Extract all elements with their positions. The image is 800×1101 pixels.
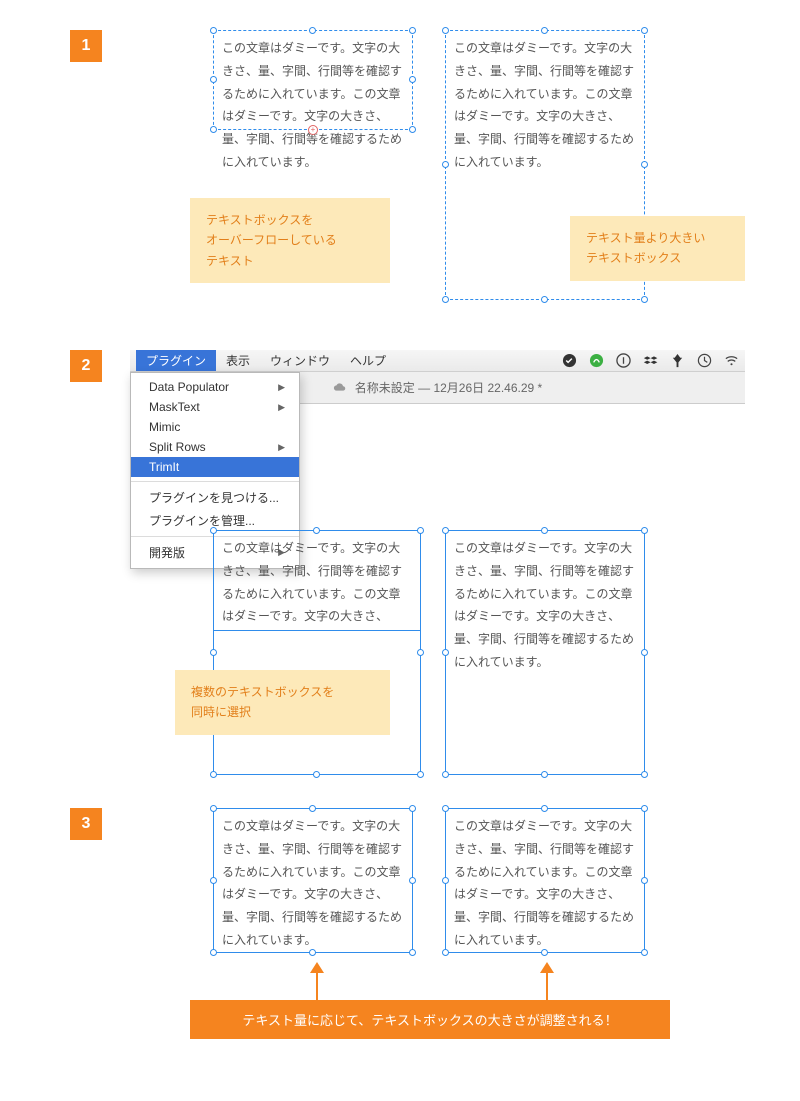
dropdown-label: 開発版 [149, 544, 185, 561]
menu-view[interactable]: 表示 [216, 350, 260, 371]
dropdown-label: Split Rows [149, 440, 206, 454]
text-baseline-divider [213, 630, 421, 631]
arrow-stem [546, 972, 548, 1000]
dropdown-item-masktext[interactable]: MaskText ▶ [131, 397, 299, 417]
dropdown-label: MaskText [149, 400, 200, 414]
textbox-selected-left-text: この文章はダミーです。文字の大きさ、量、字間、行間等を確認するために入れています… [214, 531, 420, 631]
dropdown-find-plugins[interactable]: プラグインを見つける... [131, 486, 299, 509]
dropdown-item-data-populator[interactable]: Data Populator ▶ [131, 377, 299, 397]
textbox-overflow-text: この文章はダミーです。文字の大きさ、量、字間、行間等を確認するために入れています… [214, 31, 412, 180]
result-banner: テキスト量に応じて、テキストボックスの大きさが調整される！ [190, 1000, 670, 1039]
dropdown-label: Data Populator [149, 380, 229, 394]
clock-icon [697, 353, 712, 368]
dropdown-item-mimic[interactable]: Mimic [131, 417, 299, 437]
step-badge-2: 2 [70, 350, 102, 382]
dropdown-label: プラグインを管理... [149, 512, 255, 529]
dropdown-label: プラグインを見つける... [149, 489, 279, 506]
step-badge-3: 3 [70, 808, 102, 840]
menu-plugin[interactable]: プラグイン [136, 350, 216, 371]
check-icon [562, 353, 577, 368]
textbox-oversized-text: この文章はダミーです。文字の大きさ、量、字間、行間等を確認するために入れています… [446, 31, 644, 180]
chevron-right-icon: ▶ [278, 442, 285, 453]
pin-icon [670, 353, 685, 368]
dropdown-item-split-rows[interactable]: Split Rows ▶ [131, 437, 299, 457]
line-icon [589, 353, 604, 368]
textbox-selected-right[interactable]: この文章はダミーです。文字の大きさ、量、字間、行間等を確認するために入れています… [445, 530, 645, 775]
dropdown-label: Mimic [149, 420, 180, 434]
section-3: 3 この文章はダミーです。文字の大きさ、量、字間、行間等を確認するために入れてい… [0, 790, 800, 1100]
dropdown-label: TrimIt [149, 460, 179, 474]
section-1: 1 この文章はダミーです。文字の大きさ、量、字間、行間等を確認するために入れてい… [0, 0, 800, 330]
textbox-result-left[interactable]: この文章はダミーです。文字の大きさ、量、字間、行間等を確認するために入れています… [213, 808, 413, 953]
window-title: 名称未設定 — 12月26日 22.46.29 * [355, 379, 542, 396]
textbox-result-right[interactable]: この文章はダミーです。文字の大きさ、量、字間、行間等を確認するために入れています… [445, 808, 645, 953]
dropdown-item-trimit[interactable]: TrimIt [131, 457, 299, 477]
app-window: プラグイン 表示 ウィンドウ ヘルプ [130, 350, 745, 404]
menu-help[interactable]: ヘルプ [340, 350, 396, 371]
callout-oversized: テキスト量より大きい テキストボックス [570, 216, 745, 281]
menubar: プラグイン 表示 ウィンドウ ヘルプ [130, 350, 745, 372]
chevron-right-icon: ▶ [278, 402, 285, 413]
callout-multi-select: 複数のテキストボックスを 同時に選択 [175, 670, 390, 735]
section-2: 2 プラグイン 表示 ウィンドウ ヘルプ [0, 330, 800, 790]
textbox-selected-left[interactable]: この文章はダミーです。文字の大きさ、量、字間、行間等を確認するために入れています… [213, 530, 421, 775]
dropbox-icon [643, 353, 658, 368]
textbox-result-left-text: この文章はダミーです。文字の大きさ、量、字間、行間等を確認するために入れています… [214, 809, 412, 958]
textbox-result-right-text: この文章はダミーです。文字の大きさ、量、字間、行間等を確認するために入れています… [446, 809, 644, 958]
textbox-overflow[interactable]: この文章はダミーです。文字の大きさ、量、字間、行間等を確認するために入れています… [213, 30, 413, 130]
wifi-icon [724, 353, 739, 368]
overflow-icon: + [308, 125, 318, 135]
cloud-icon [333, 381, 347, 395]
callout-overflow: テキストボックスを オーバーフローしている テキスト [190, 198, 390, 283]
menu-window[interactable]: ウィンドウ [260, 350, 340, 371]
onepassword-icon [616, 353, 631, 368]
arrow-stem [316, 972, 318, 1000]
step-badge-1: 1 [70, 30, 102, 62]
menubar-extras [562, 353, 739, 368]
textbox-selected-right-text: この文章はダミーです。文字の大きさ、量、字間、行間等を確認するために入れています… [446, 531, 644, 680]
chevron-right-icon: ▶ [278, 382, 285, 393]
